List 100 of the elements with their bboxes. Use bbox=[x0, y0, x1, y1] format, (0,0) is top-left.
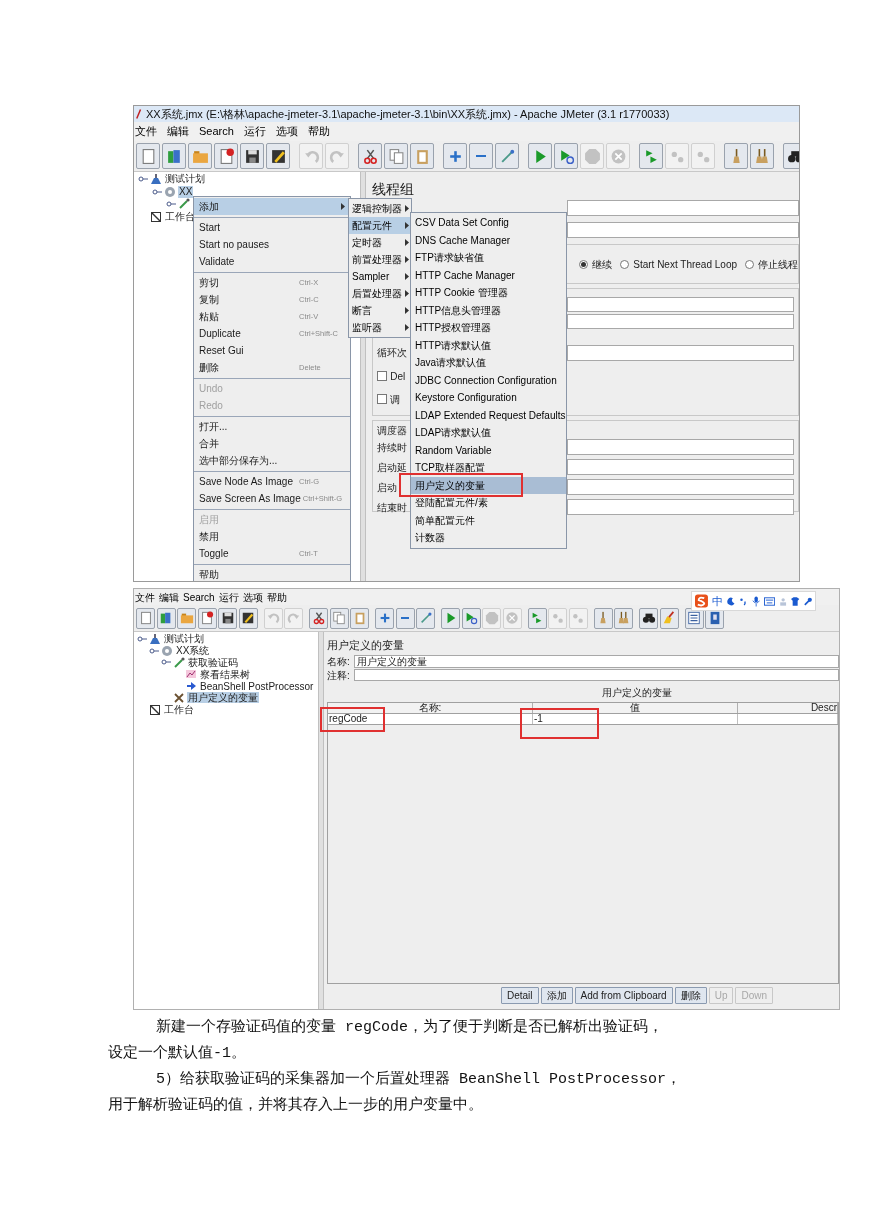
radio-button[interactable] bbox=[745, 259, 754, 269]
menu-item[interactable]: TCP取样器配置 bbox=[411, 459, 566, 477]
menu-item[interactable]: 配置元件 bbox=[349, 217, 411, 234]
menu-item[interactable]: Start bbox=[194, 219, 350, 236]
action-button[interactable]: Detail bbox=[500, 987, 539, 1004]
toolbar-button[interactable] bbox=[240, 143, 264, 169]
wrench-icon[interactable] bbox=[803, 596, 812, 606]
menu-item[interactable]: Random Variable bbox=[411, 441, 566, 459]
menu-item[interactable]: Search bbox=[199, 123, 234, 140]
menu-item[interactable]: 添加 bbox=[194, 198, 350, 215]
text-field[interactable] bbox=[567, 479, 794, 495]
action-button[interactable]: 添加 bbox=[540, 987, 573, 1004]
menu-item[interactable]: Java请求默认值 bbox=[411, 354, 566, 372]
menu-item[interactable]: 禁用 bbox=[194, 528, 350, 545]
text-field[interactable]: 用户定义的变量 bbox=[354, 654, 839, 668]
text-field[interactable] bbox=[354, 669, 839, 681]
menu-item[interactable]: 断言 bbox=[349, 302, 411, 319]
keyboard-icon[interactable] bbox=[763, 596, 776, 606]
menu-item[interactable]: 文件 bbox=[135, 589, 155, 605]
menu-item[interactable]: 编辑 bbox=[167, 123, 189, 140]
tree-item[interactable]: XX系统 bbox=[175, 645, 211, 657]
toolbar-button[interactable] bbox=[266, 143, 290, 169]
menu-item[interactable]: 前置处理器 bbox=[349, 251, 411, 268]
menu-item[interactable]: 帮助 bbox=[194, 566, 350, 581]
tree-item[interactable]: 测试计划 bbox=[163, 633, 205, 645]
menu-item[interactable]: 逻辑控制器 bbox=[349, 200, 411, 217]
menu-item[interactable]: HTTP Cache Manager bbox=[411, 266, 566, 284]
menu-item[interactable]: 计数器 bbox=[411, 529, 566, 547]
text-field[interactable] bbox=[567, 499, 794, 515]
menu-item[interactable]: Search bbox=[183, 589, 215, 605]
punctuation-icon[interactable] bbox=[739, 596, 748, 606]
menu-item[interactable]: Reset Gui bbox=[194, 342, 350, 359]
menu-item[interactable]: HTTP信息头管理器 bbox=[411, 301, 566, 319]
menu-item[interactable]: 选项 bbox=[242, 589, 263, 605]
menu-item[interactable]: 用户定义的变量 bbox=[411, 476, 566, 494]
radio-button[interactable] bbox=[579, 259, 589, 269]
menu-item[interactable]: LDAP Extended Request Defaults bbox=[411, 406, 566, 424]
tree-item[interactable]: 测试计划 bbox=[164, 173, 206, 186]
menu-item[interactable]: 文件 bbox=[135, 123, 157, 140]
menu-item[interactable]: 合并 bbox=[194, 435, 350, 452]
ime-mode[interactable]: 中 bbox=[711, 592, 723, 610]
menu-item[interactable]: 选中部分保存为... bbox=[194, 452, 350, 469]
shirt-icon[interactable] bbox=[791, 596, 800, 606]
column-header[interactable]: 名称: bbox=[328, 703, 533, 713]
menu-item[interactable]: Start no pauses bbox=[194, 236, 350, 253]
menu-item[interactable]: Validate bbox=[194, 253, 350, 270]
menu-item[interactable]: 运行 bbox=[218, 589, 239, 605]
action-button[interactable]: Add from Clipboard bbox=[574, 987, 673, 1004]
tree-item[interactable]: 工作台 bbox=[164, 210, 196, 223]
menu-item[interactable]: 编辑 bbox=[159, 589, 179, 605]
menu-item[interactable]: 后置处理器 bbox=[349, 285, 411, 302]
tree-item[interactable]: 用户定义的变量 bbox=[187, 692, 259, 704]
menu-item[interactable]: 帮助 bbox=[307, 123, 330, 140]
menu-item[interactable]: 监听器 bbox=[349, 319, 411, 336]
column-header[interactable]: 值 bbox=[533, 703, 738, 713]
menu-item[interactable]: 运行 bbox=[243, 123, 266, 140]
text-field[interactable] bbox=[567, 459, 794, 475]
expand-handle-icon[interactable] bbox=[138, 175, 148, 184]
menu-item[interactable]: HTTP授权管理器 bbox=[411, 319, 566, 337]
expand-handle-icon[interactable] bbox=[149, 646, 159, 655]
text-field[interactable] bbox=[567, 297, 794, 312]
menu-item[interactable]: 登陆配置元件/素 bbox=[411, 494, 566, 512]
microphone-icon[interactable] bbox=[751, 595, 760, 607]
menu-item[interactable]: 简单配置元件 bbox=[411, 511, 566, 529]
menu-item[interactable]: LDAP请求默认值 bbox=[411, 424, 566, 442]
moon-icon[interactable] bbox=[726, 596, 736, 606]
text-field[interactable] bbox=[567, 200, 799, 216]
expand-handle-icon[interactable] bbox=[152, 187, 162, 196]
menu-item[interactable]: CSV Data Set Config bbox=[411, 214, 566, 232]
tree-item[interactable]: 察看结果树 bbox=[199, 668, 251, 680]
expand-handle-icon[interactable] bbox=[166, 200, 176, 209]
expand-handle-icon[interactable] bbox=[137, 634, 147, 643]
text-field[interactable] bbox=[567, 314, 794, 329]
menu-item[interactable]: 打开... bbox=[194, 418, 350, 435]
toolbar-button[interactable] bbox=[238, 607, 258, 629]
checkbox[interactable] bbox=[377, 371, 388, 381]
tree-item[interactable]: 工作台 bbox=[163, 704, 195, 716]
menu-item[interactable]: 定时器 bbox=[349, 234, 411, 251]
menu-item[interactable]: 选项 bbox=[275, 123, 298, 140]
menu-item[interactable]: JDBC Connection Configuration bbox=[411, 371, 566, 389]
text-field[interactable] bbox=[567, 439, 794, 455]
menu-item[interactable]: 帮助 bbox=[266, 589, 287, 605]
tree-item[interactable]: 获取验证码 bbox=[187, 657, 239, 668]
checkbox[interactable] bbox=[377, 394, 388, 404]
menu-item[interactable]: Keystore Configuration bbox=[411, 389, 566, 407]
toolbar-button[interactable] bbox=[639, 607, 658, 629]
column-header[interactable]: Descr bbox=[738, 703, 838, 713]
menu-item[interactable]: Sampler bbox=[349, 268, 411, 285]
text-field[interactable] bbox=[567, 222, 799, 238]
menu-item[interactable]: HTTP Cookie 管理器 bbox=[411, 284, 566, 302]
menu-item[interactable]: DNS Cache Manager bbox=[411, 231, 566, 249]
text-field[interactable] bbox=[567, 344, 794, 361]
menu-item[interactable]: FTP请求缺省值 bbox=[411, 249, 566, 267]
toolbar-button[interactable] bbox=[218, 607, 237, 629]
menu-item[interactable]: HTTP请求默认值 bbox=[411, 336, 566, 354]
radio-button[interactable] bbox=[620, 259, 630, 269]
action-button[interactable]: 删除 bbox=[674, 987, 707, 1004]
tree-item[interactable]: XX bbox=[178, 185, 194, 198]
expand-handle-icon[interactable] bbox=[161, 658, 171, 667]
tree-item[interactable]: BeanShell PostProcessor bbox=[199, 680, 315, 692]
